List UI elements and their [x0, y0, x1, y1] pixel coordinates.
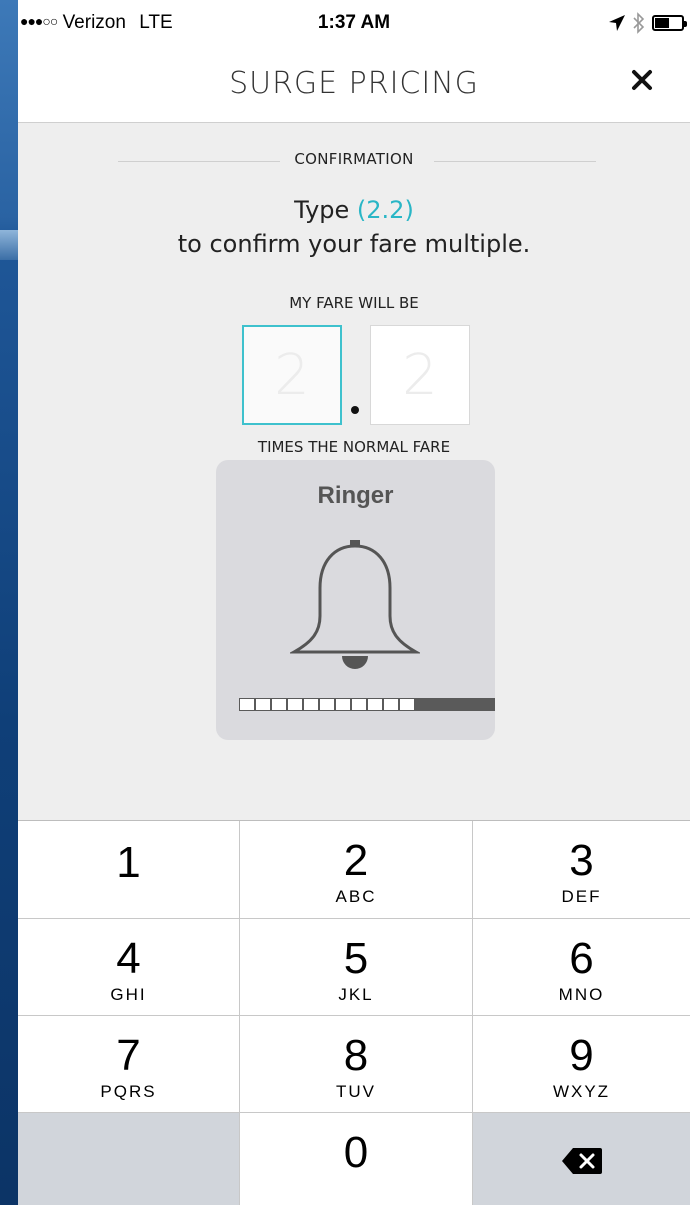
- battery-icon: [652, 15, 687, 31]
- volume-segment: [383, 698, 399, 711]
- instruction-line-2: to confirm your fare multiple.: [177, 230, 531, 258]
- key-2[interactable]: 2 ABC: [240, 821, 473, 919]
- bluetooth-icon: [633, 12, 645, 34]
- nav-header: SURGE PRICING: [18, 48, 690, 123]
- key-digit: 5: [343, 934, 369, 983]
- key-letters: WXYZ: [552, 1082, 611, 1101]
- digit-placeholder-2: 2: [402, 342, 438, 408]
- volume-segment: [255, 698, 271, 711]
- status-icons: [608, 10, 687, 36]
- close-button[interactable]: [624, 62, 660, 98]
- key-digit: 7: [116, 1031, 141, 1080]
- key-3[interactable]: 3 DEF: [473, 821, 690, 919]
- key-7[interactable]: 7 PQRS: [18, 1016, 240, 1113]
- key-letters: PQRS: [100, 1082, 157, 1101]
- volume-segment: [239, 698, 255, 711]
- fare-label: MY FARE WILL BE: [289, 294, 419, 312]
- ringer-volume-overlay: Ringer: [216, 460, 495, 740]
- section-label: CONFIRMATION: [294, 150, 414, 168]
- volume-segment: [447, 698, 463, 711]
- volume-bar: [239, 698, 495, 711]
- key-letters: ABC: [335, 887, 377, 906]
- location-arrow-icon: [609, 15, 625, 31]
- status-bar: ●●●○○ Verizon LTE 1:37 AM: [18, 0, 690, 48]
- close-icon: [632, 70, 652, 90]
- key-letters: TUV: [336, 1082, 376, 1101]
- key-letters: DEF: [561, 887, 602, 906]
- status-time: 1:37 AM: [317, 12, 391, 33]
- key-letters: JKL: [338, 985, 374, 1004]
- volume-segment: [399, 698, 415, 711]
- volume-segment: [351, 698, 367, 711]
- backspace-icon: [561, 1148, 602, 1174]
- volume-segment: [319, 698, 335, 711]
- times-normal-fare-label: TIMES THE NORMAL FARE: [257, 438, 451, 456]
- decimal-point: [351, 406, 359, 414]
- key-4[interactable]: 4 GHI: [18, 919, 240, 1016]
- key-letters: GHI: [110, 985, 147, 1004]
- page-title: SURGE PRICING: [229, 66, 479, 101]
- key-digit: 6: [569, 934, 594, 983]
- key-digit: 4: [116, 934, 141, 983]
- key-letters: MNO: [558, 985, 605, 1004]
- surge-multiplier: (2.2): [356, 196, 414, 224]
- volume-segment: [415, 698, 431, 711]
- fare-digit-input-2[interactable]: 2: [370, 325, 470, 425]
- volume-segment: [287, 698, 303, 711]
- volume-segment: [303, 698, 319, 711]
- key-digit: 3: [569, 836, 594, 885]
- desktop-background: [0, 0, 18, 1205]
- key-empty: [18, 1113, 240, 1205]
- key-1[interactable]: 1: [18, 821, 240, 919]
- volume-segment: [463, 698, 479, 711]
- bell-icon: [290, 540, 420, 669]
- volume-segment: [367, 698, 383, 711]
- numeric-keypad: 1 2 ABC 3 DEF 4 GHI 5 JKL 6 MNO 7 PQRS 8…: [18, 820, 690, 1205]
- volume-segment: [431, 698, 447, 711]
- key-digit: 2: [343, 836, 369, 885]
- instruction-prefix: Type: [294, 196, 350, 224]
- digit-placeholder-1: 2: [274, 342, 310, 408]
- ringer-title: Ringer: [317, 482, 394, 509]
- key-0[interactable]: 0: [240, 1113, 473, 1205]
- key-8[interactable]: 8 TUV: [240, 1016, 473, 1113]
- key-6[interactable]: 6 MNO: [473, 919, 690, 1016]
- volume-segment: [479, 698, 495, 711]
- volume-segment: [271, 698, 287, 711]
- phone-screen: ●●●○○ Verizon LTE 1:37 AM SURGE PRICING …: [18, 0, 690, 1205]
- backspace-key[interactable]: [473, 1113, 690, 1205]
- key-digit: 0: [343, 1128, 369, 1177]
- instruction-line-1: Type (2.2): [18, 196, 690, 224]
- key-digit: 1: [116, 838, 141, 887]
- key-5[interactable]: 5 JKL: [240, 919, 473, 1016]
- key-digit: 9: [569, 1031, 594, 1080]
- key-digit: 8: [343, 1031, 369, 1080]
- volume-segment: [335, 698, 351, 711]
- fare-digit-input-1[interactable]: 2: [242, 325, 342, 425]
- key-9[interactable]: 9 WXYZ: [473, 1016, 690, 1113]
